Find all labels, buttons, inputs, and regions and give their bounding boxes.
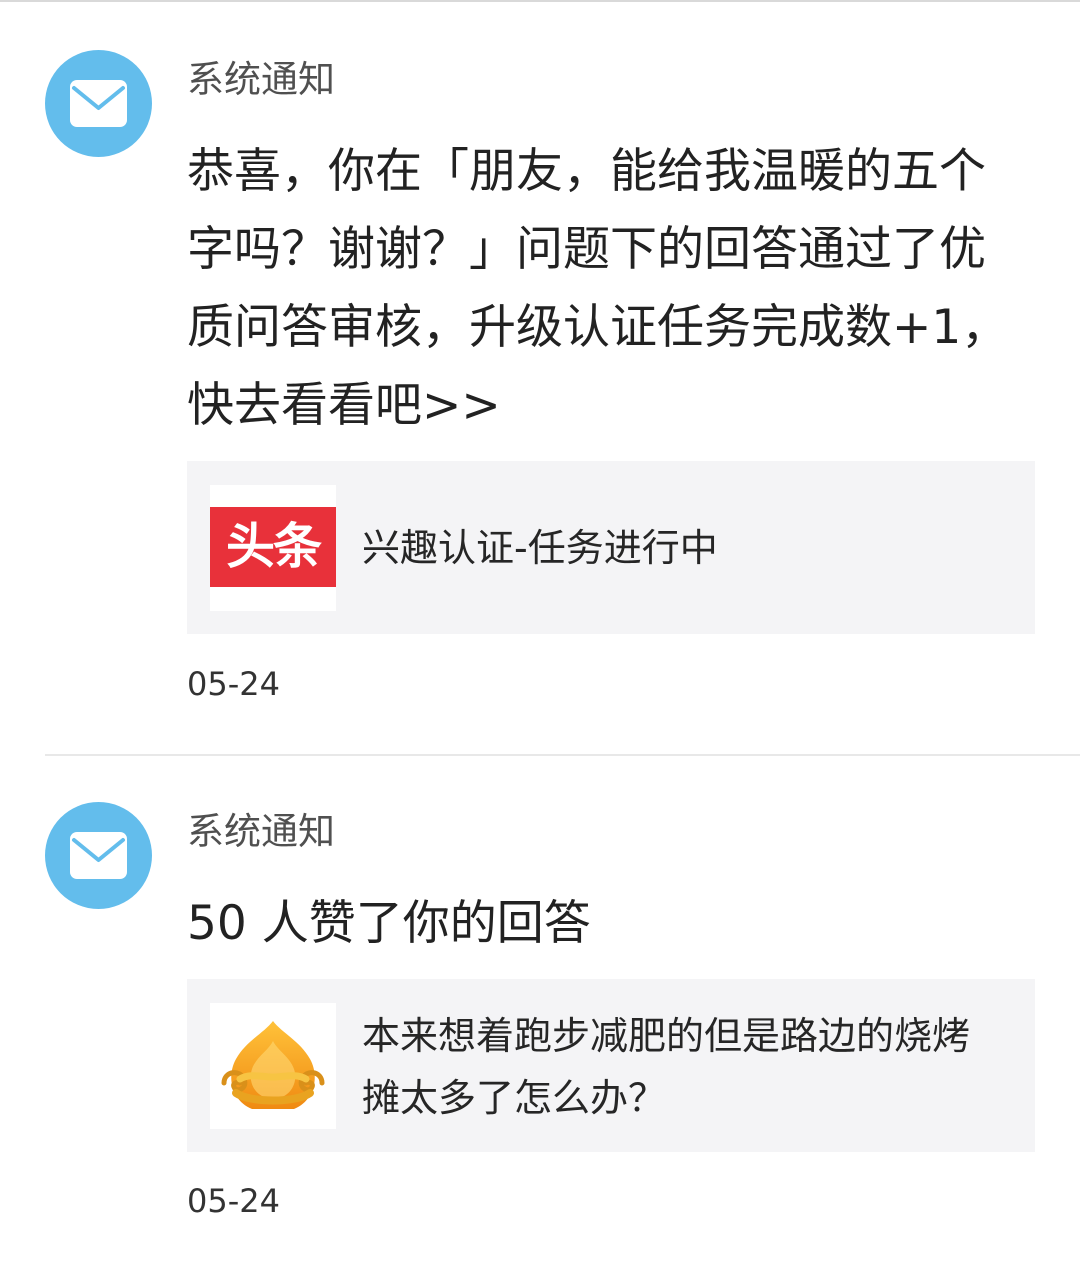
- envelope-icon: [70, 832, 127, 879]
- notification-date: 05-24: [187, 1182, 280, 1220]
- system-avatar[interactable]: [45, 802, 152, 909]
- notification-item[interactable]: 系统通知 50 人赞了你的回答 本来想着跑步减肥的但是路边的烧烤摊太多了怎么办？…: [0, 752, 1080, 1272]
- notification-message[interactable]: 恭喜，你在「朋友，能给我温暖的五个字吗？谢谢？」问题下的回答通过了优质问答审核，…: [187, 133, 1017, 445]
- system-avatar[interactable]: [45, 50, 152, 157]
- card-title: 兴趣认证-任务进行中: [362, 526, 718, 570]
- golden-cloud-logo: [221, 1021, 325, 1109]
- notification-message[interactable]: 50 人赞了你的回答: [187, 885, 1017, 963]
- card-title: 本来想着跑步减肥的但是路边的烧烤摊太多了怎么办？: [362, 1014, 971, 1120]
- notification-item[interactable]: 系统通知 恭喜，你在「朋友，能给我温暖的五个字吗？谢谢？」问题下的回答通过了优质…: [0, 0, 1080, 755]
- card-thumbnail: [210, 1003, 336, 1129]
- envelope-icon: [70, 80, 127, 127]
- linked-card[interactable]: 头条 兴趣认证-任务进行中: [187, 461, 1035, 634]
- toutiao-logo: 头条: [210, 507, 336, 587]
- linked-card[interactable]: 本来想着跑步减肥的但是路边的烧烤摊太多了怎么办？: [187, 979, 1035, 1152]
- card-thumbnail: 头条: [210, 485, 336, 611]
- sender-name: 系统通知: [187, 58, 335, 101]
- sender-name: 系统通知: [187, 810, 335, 853]
- notification-date: 05-24: [187, 665, 280, 703]
